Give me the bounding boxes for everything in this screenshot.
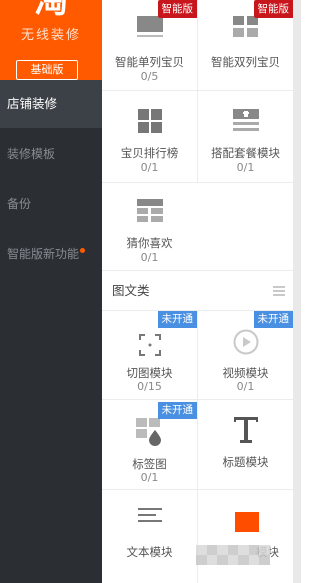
module-guess-you-like[interactable]: 猜你喜欢 0/1	[102, 183, 197, 270]
ranking-grid-icon	[102, 109, 197, 133]
module-title: 视频模块	[222, 366, 269, 380]
section-title: 图文类	[112, 283, 150, 298]
module-title: 标题模块	[222, 455, 269, 469]
video-play-icon	[198, 329, 293, 355]
smart-version-tag: 智能版	[253, 0, 293, 18]
combo-package-icon	[198, 109, 293, 133]
module-title: 文本模块	[126, 545, 173, 559]
module-partial[interactable]: 模块	[198, 490, 293, 583]
new-feature-dot	[80, 248, 86, 253]
module-count: 0/1	[140, 251, 159, 264]
module-title: 智能单列宝贝	[115, 55, 184, 69]
module-title: 切图模块	[126, 366, 173, 380]
orange-block-icon	[235, 512, 259, 532]
section-header: 图文类	[102, 272, 293, 310]
brand-subtitle: 无线装修	[20, 28, 81, 43]
not-enabled-tag: 未开通	[157, 311, 197, 328]
module-title: 猜你喜欢	[126, 236, 173, 250]
module-smart-double-column[interactable]: 智能双列宝贝 智能版	[198, 0, 293, 90]
not-enabled-tag: 未开通	[253, 311, 293, 328]
text-lines-icon	[102, 508, 197, 526]
divider	[102, 270, 293, 271]
sidebar-item-label: 装修模板	[7, 147, 56, 161]
module-count: 0/15	[137, 380, 162, 393]
module-title: 智能双列宝贝	[211, 55, 280, 69]
module-count: 0/1	[236, 380, 255, 393]
module-count: 0/1	[236, 161, 255, 174]
sidebar-item-label: 智能版新功能	[7, 247, 80, 261]
module-title: 宝贝排行榜	[120, 146, 179, 160]
title-text-icon	[198, 416, 293, 444]
pixelated-overlay	[196, 545, 270, 565]
sidebar-item-smart-features[interactable]: 智能版新功能	[0, 230, 102, 278]
module-title: 标签图	[132, 457, 167, 471]
guess-you-like-icon	[102, 199, 197, 223]
sidebar-item-label: 店铺装修	[7, 96, 58, 111]
left-sidebar: 淘 无线装修 基础版 店铺装修 装修模板 备份 智能版新功能	[0, 0, 102, 583]
crop-image-icon	[102, 333, 197, 357]
double-column-icon	[198, 16, 293, 40]
smart-version-tag: 智能版	[157, 0, 197, 18]
module-crop-image[interactable]: 切图模块 0/15 未开通	[102, 311, 197, 399]
module-ranking[interactable]: 宝贝排行榜 0/1	[102, 91, 197, 182]
module-video[interactable]: 视频模块 0/1 未开通	[198, 311, 293, 399]
module-count: 0/5	[140, 70, 159, 83]
single-column-icon	[102, 16, 197, 40]
sidebar-item-label: 备份	[7, 197, 32, 211]
plan-badge[interactable]: 基础版	[16, 60, 78, 80]
not-enabled-tag: 未开通	[157, 402, 197, 419]
scrollbar-track[interactable]	[293, 0, 301, 583]
sidebar-item-backup[interactable]: 备份	[0, 180, 102, 228]
module-tag-image[interactable]: 标签图 0/1 未开通	[102, 400, 197, 489]
module-combo-package[interactable]: 搭配套餐模块 0/1	[198, 91, 293, 182]
module-count: 0/1	[140, 161, 159, 174]
sidebar-item-store-decoration[interactable]: 店铺装修	[0, 80, 102, 128]
module-count: 0/1	[140, 471, 159, 484]
module-text[interactable]: 文本模块	[102, 490, 197, 583]
tag-image-icon	[102, 418, 197, 446]
module-heading[interactable]: 标题模块	[198, 400, 293, 489]
menu-icon[interactable]	[273, 286, 285, 296]
module-title: 搭配套餐模块	[211, 146, 280, 160]
brand-header: 淘 无线装修 基础版	[0, 0, 102, 80]
sidebar-item-templates[interactable]: 装修模板	[0, 130, 102, 178]
taobao-logo: 淘	[34, 0, 68, 21]
module-smart-single-column[interactable]: 智能单列宝贝 0/5 智能版	[102, 0, 197, 90]
